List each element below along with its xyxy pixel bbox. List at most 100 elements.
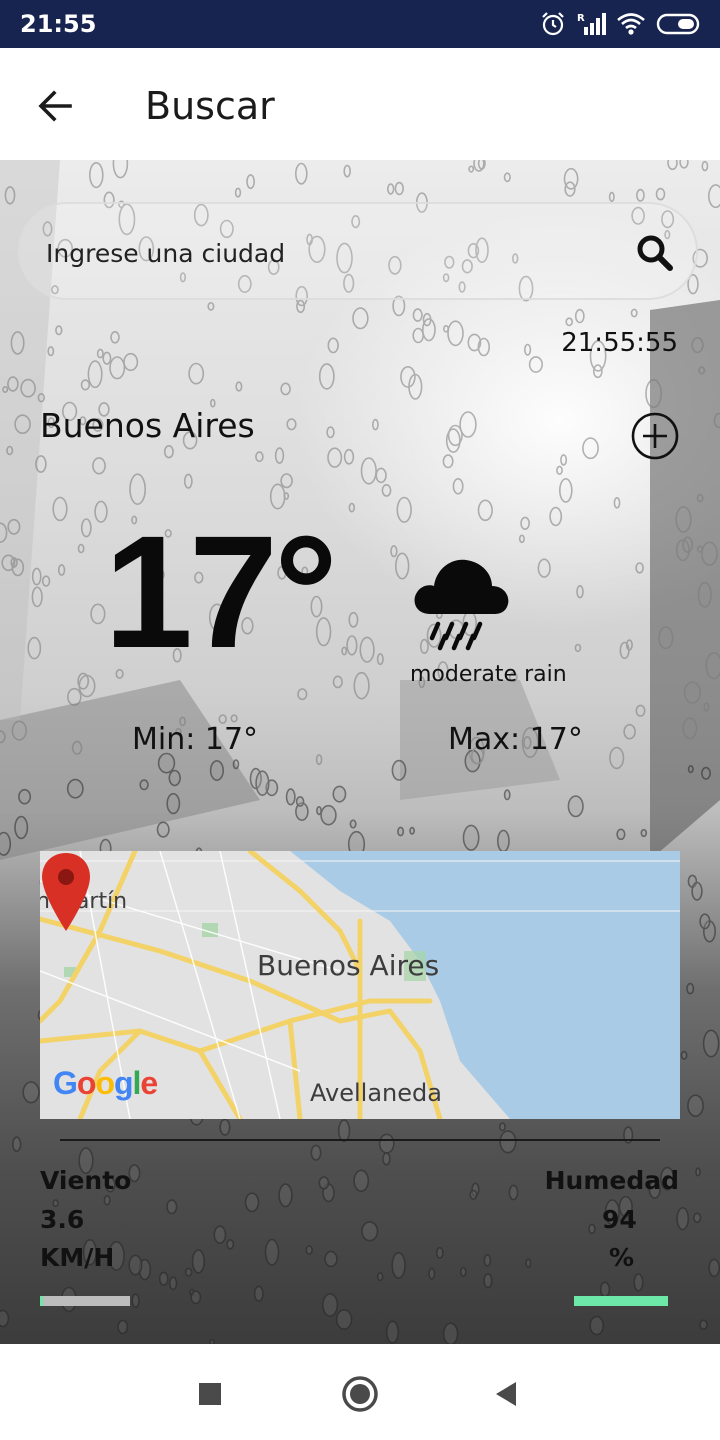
rain-drop — [341, 646, 348, 656]
rain-drop — [396, 496, 412, 523]
rain-drop — [537, 558, 551, 578]
recent-apps-icon — [199, 1383, 221, 1405]
rain-drop — [599, 1281, 611, 1298]
rain-drop — [525, 1258, 532, 1268]
system-back-button[interactable] — [488, 1374, 528, 1414]
rain-drop — [565, 317, 574, 327]
rain-drop — [294, 162, 308, 185]
search-button[interactable] — [634, 232, 676, 274]
rain-drop — [397, 826, 405, 837]
rain-drop — [435, 1246, 444, 1259]
back-button[interactable] — [30, 80, 82, 132]
search-input[interactable] — [44, 232, 588, 274]
rain-drop — [139, 779, 149, 791]
rain-drop — [483, 1272, 493, 1289]
wind-progress-bar — [40, 1296, 130, 1306]
rain-drop — [574, 308, 585, 324]
rain-drop — [667, 160, 678, 171]
humidity-progress-bar — [574, 1296, 668, 1306]
wind-progress-fill — [40, 1296, 43, 1306]
rain-drop — [80, 518, 92, 538]
rain-drop — [528, 356, 544, 373]
humidity-value: 94 — [602, 1205, 637, 1234]
rain-drop — [253, 1285, 264, 1302]
rain-drop — [346, 635, 358, 656]
rain-drop — [679, 160, 689, 169]
rain-drop — [692, 1212, 702, 1224]
rain-drop — [483, 1254, 492, 1267]
rain-drop — [442, 454, 454, 469]
city-name: Buenos Aires — [40, 406, 255, 445]
rain-drop — [520, 516, 530, 530]
rain-drop — [442, 325, 449, 333]
rain-drop — [31, 567, 42, 586]
rain-drop — [582, 437, 599, 460]
rain-drop — [324, 1250, 338, 1268]
rain-drop — [296, 299, 306, 314]
rain-drop — [90, 603, 106, 625]
rain-drop — [412, 327, 425, 344]
arrow-back-icon — [38, 90, 72, 122]
rain-drop — [110, 331, 120, 344]
weather-description: moderate rain — [410, 662, 567, 687]
city-map[interactable]: n Martín Buenos Aires Avellaneda Google — [40, 851, 680, 1119]
rain-drop — [468, 165, 475, 173]
rain-drop — [89, 162, 104, 189]
rain-drop — [209, 759, 224, 781]
rain-drop — [391, 1251, 406, 1279]
rain-drop — [477, 499, 493, 522]
rain-drop — [633, 1273, 644, 1292]
rain-drop — [576, 585, 584, 599]
home-icon — [342, 1376, 378, 1412]
rain-drop — [0, 1309, 10, 1328]
rain-drop — [560, 454, 568, 466]
rain-drop — [469, 1189, 478, 1200]
search-bar — [18, 202, 698, 300]
add-city-button[interactable] — [630, 411, 680, 461]
home-button[interactable] — [340, 1374, 380, 1414]
rain-drop — [616, 828, 626, 841]
rain-drop — [280, 473, 293, 489]
rain-drop — [322, 1293, 339, 1318]
rain-drop — [613, 496, 621, 509]
max-temperature: Max: 17° — [448, 722, 583, 757]
rain-drop — [219, 1118, 231, 1136]
rain-drop — [623, 723, 636, 740]
rain-drop — [640, 828, 648, 838]
rain-drop — [563, 167, 579, 190]
rain-drop — [318, 363, 335, 390]
rain-drop — [708, 184, 720, 209]
rain-drop — [332, 675, 343, 689]
rain-drop — [255, 770, 270, 797]
wifi-icon — [617, 13, 645, 35]
rain-drop — [391, 759, 407, 781]
rain-drop — [400, 365, 416, 388]
rain-drop — [635, 562, 644, 574]
rain-drop — [327, 337, 339, 354]
min-temperature: Min: 17° — [132, 722, 259, 757]
rain-drop — [67, 687, 82, 706]
rain-drop — [462, 824, 480, 851]
rain-drop — [66, 778, 84, 799]
rain-drop — [131, 1293, 140, 1309]
rain-drop — [382, 1152, 391, 1166]
rain-drop — [390, 545, 398, 558]
rain-drop — [588, 1223, 596, 1235]
rain-drop — [508, 1184, 519, 1201]
battery-icon — [656, 13, 700, 35]
status-icons: R — [540, 10, 702, 38]
rain-drop — [394, 181, 404, 196]
rain-drop — [655, 187, 666, 201]
rain-drop — [421, 318, 436, 342]
map-label-avellaneda: Avellaneda — [310, 1079, 442, 1107]
rain-drop — [226, 1239, 235, 1250]
rain-drop — [14, 815, 29, 840]
rain-drop — [244, 1192, 260, 1213]
rain-drop — [315, 754, 323, 766]
rain-drop — [77, 543, 85, 554]
rain-drop — [353, 671, 370, 700]
rain-drop — [699, 913, 711, 930]
recent-apps-button[interactable] — [190, 1374, 230, 1414]
rain-drop — [320, 804, 337, 826]
rain-drop — [558, 477, 573, 503]
